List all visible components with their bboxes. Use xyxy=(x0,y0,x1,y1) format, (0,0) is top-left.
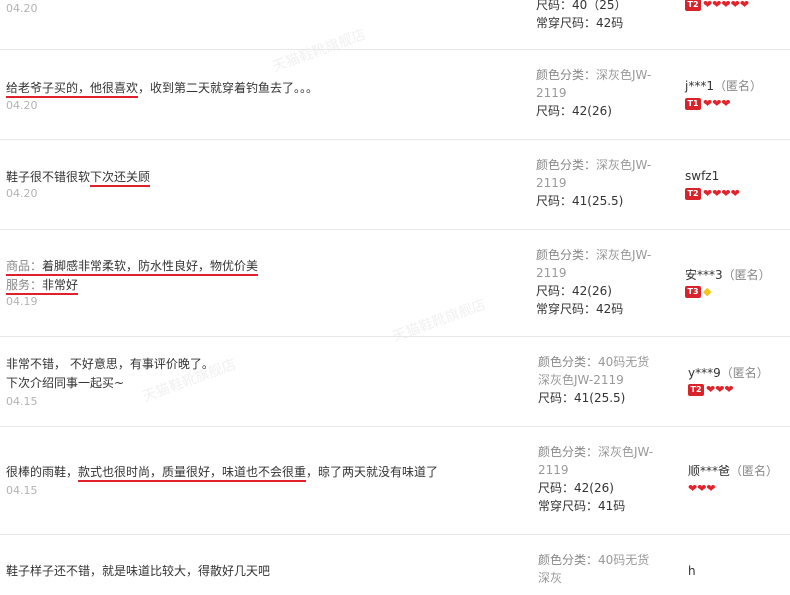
usual-size: 常穿尺码：42码 xyxy=(536,302,624,316)
review-row: 鞋子很不错很软下次还关顾 04.20 颜色分类：深灰色JW-2119 尺码：41… xyxy=(0,140,790,230)
service-comment: 非常好 xyxy=(42,278,79,292)
review-date: 04.19 xyxy=(6,295,38,308)
highlighted-text: 给老爷子买的，他很喜欢 xyxy=(6,81,139,98)
user-badges: T2 ❤❤❤❤ xyxy=(685,187,740,201)
heart-icon: ❤❤❤❤❤ xyxy=(703,0,750,11)
sku-info: 颜色分类：40码无货深灰 xyxy=(538,551,658,587)
username[interactable]: y***9（匿名） xyxy=(688,365,769,381)
review-row: 04.20 尺码：40（25） 常穿尺码：42码 T2 ❤❤❤❤❤ xyxy=(0,0,790,50)
size: 尺码：42(26) xyxy=(538,481,614,495)
product-label: 商品： xyxy=(6,259,43,273)
review-date: 04.15 xyxy=(6,395,38,408)
anonymous-tag: （匿名） xyxy=(722,268,771,282)
review-text-rest: ，晾了两天就没有味道了 xyxy=(306,465,439,479)
color-label: 颜色分类： xyxy=(538,355,599,369)
heart-icon: ❤❤❤ xyxy=(703,97,731,110)
review-row: 很棒的雨鞋，款式也很时尚，质量很好，味道也不会很重，晾了两天就没有味道了 04.… xyxy=(0,427,790,535)
level-badge: T2 xyxy=(685,188,701,200)
sku-info: 颜色分类：深灰色JW-2119 尺码：42(26) 常穿尺码：41码 xyxy=(538,443,658,515)
size: 尺码：41(25.5) xyxy=(538,391,626,405)
color-label: 颜色分类： xyxy=(536,158,597,172)
size: 尺码：40（25） xyxy=(536,0,627,12)
size: 尺码：42(26) xyxy=(536,284,612,298)
level-badge: T3 xyxy=(685,286,701,298)
username-text: y***9 xyxy=(688,366,721,380)
username[interactable]: swfz1 xyxy=(685,168,719,184)
username[interactable]: 安***3（匿名） xyxy=(685,267,771,283)
review-text-line1: 非常不错， 不好意思，有事评价晚了。 xyxy=(6,357,214,371)
review-product-text: 商品：着脚感非常柔软，防水性良好，物优价美 xyxy=(6,257,259,276)
anonymous-tag: （匿名） xyxy=(713,79,762,93)
review-date: 04.15 xyxy=(6,484,38,497)
heart-icon: ❤❤❤ xyxy=(706,383,734,396)
review-text-rest: ，收到第二天就穿着钓鱼去了。。。 xyxy=(138,81,319,95)
sku-info: 颜色分类：深灰色JW-2119 尺码：41(25.5) xyxy=(536,156,656,210)
size: 尺码：42(26) xyxy=(536,104,612,118)
highlighted-text: 款式也很时尚，质量很好，味道也不会很重 xyxy=(78,465,307,482)
usual-size: 常穿尺码：42码 xyxy=(536,16,624,30)
user-badges: T2 ❤❤❤ xyxy=(688,383,734,397)
sku-info: 尺码：40（25） 常穿尺码：42码 xyxy=(536,0,656,32)
heart-icon: ❤❤❤ xyxy=(688,482,716,495)
user-badges: T2 ❤❤❤❤❤ xyxy=(685,0,749,12)
user-badges: ❤❤❤ xyxy=(688,482,716,496)
review-text: 鞋子很不错很软下次还关顾 xyxy=(6,168,151,187)
review-text-start: 很棒的雨鞋， xyxy=(6,465,79,479)
username[interactable]: j***1（匿名） xyxy=(685,78,762,94)
review-date: 04.20 xyxy=(6,99,38,112)
username-text: j***1 xyxy=(685,79,714,93)
review-text-line2: 下次介绍同事一起买~ xyxy=(6,376,125,390)
user-badges: T3 ◆ xyxy=(685,285,711,299)
review-row: 鞋子样子还不错，就是味道比较大，得散好几天吧 颜色分类：40码无货深灰 h xyxy=(0,535,790,595)
review-row: 给老爷子买的，他很喜欢，收到第二天就穿着钓鱼去了。。。 04.20 颜色分类：深… xyxy=(0,50,790,140)
review-service-text: 服务：非常好 xyxy=(6,276,79,295)
review-date: 04.20 xyxy=(6,2,38,15)
username-text: 顺***爸 xyxy=(688,464,731,478)
username-text: 安***3 xyxy=(685,268,723,282)
level-badge: T1 xyxy=(685,98,701,110)
sku-info: 颜色分类：深灰色JW-2119 尺码：42(26) xyxy=(536,66,656,120)
highlighted-text: 下次还关顾 xyxy=(90,170,151,187)
size: 尺码：41(25.5) xyxy=(536,194,624,208)
heart-icon: ◆ xyxy=(703,285,712,298)
review-text: 给老爷子买的，他很喜欢，收到第二天就穿着钓鱼去了。。。 xyxy=(6,79,319,98)
product-comment: 着脚感非常柔软，防水性良好，物优价美 xyxy=(42,259,259,273)
service-label: 服务： xyxy=(6,278,43,292)
color-label: 颜色分类： xyxy=(536,68,597,82)
usual-size: 常穿尺码：41码 xyxy=(538,499,626,513)
anonymous-tag: （匿名） xyxy=(720,366,769,380)
sku-info: 颜色分类：深灰色JW-2119 尺码：42(26) 常穿尺码：42码 xyxy=(536,246,656,318)
color-label: 颜色分类： xyxy=(538,445,599,459)
sku-info: 颜色分类：40码无货深灰色JW-2119 尺码：41(25.5) xyxy=(538,353,658,407)
username[interactable]: h xyxy=(688,563,696,579)
level-badge: T2 xyxy=(685,0,701,11)
review-text: 很棒的雨鞋，款式也很时尚，质量很好，味道也不会很重，晾了两天就没有味道了 xyxy=(6,463,439,482)
anonymous-tag: （匿名） xyxy=(730,464,779,478)
review-date: 04.20 xyxy=(6,187,38,200)
review-text: 鞋子样子还不错，就是味道比较大，得散好几天吧 xyxy=(6,564,271,578)
review-row: 非常不错， 不好意思，有事评价晚了。 下次介绍同事一起买~ 04.15 颜色分类… xyxy=(0,337,790,427)
level-badge: T2 xyxy=(688,384,704,396)
color-label: 颜色分类： xyxy=(538,553,599,567)
username[interactable]: 顺***爸（匿名） xyxy=(688,463,778,479)
color-label: 颜色分类： xyxy=(536,248,597,262)
user-badges: T1 ❤❤❤ xyxy=(685,97,731,111)
review-row: 商品：着脚感非常柔软，防水性良好，物优价美 服务：非常好 04.19 颜色分类：… xyxy=(0,230,790,337)
heart-icon: ❤❤❤❤ xyxy=(703,187,740,200)
review-text-start: 鞋子很不错很软 xyxy=(6,170,91,184)
